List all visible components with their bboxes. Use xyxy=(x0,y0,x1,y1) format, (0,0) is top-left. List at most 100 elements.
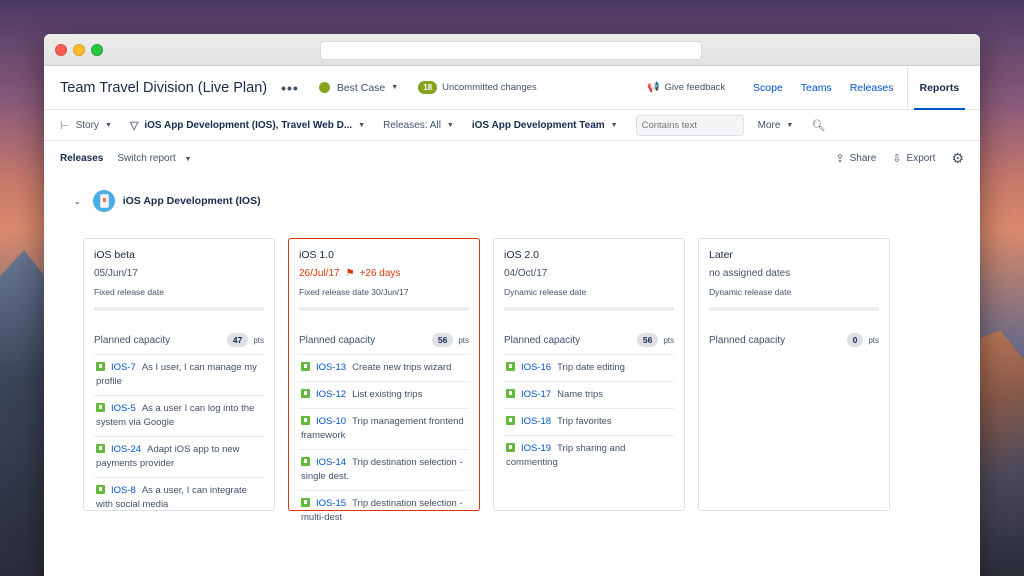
uncommitted-label: Uncommitted changes xyxy=(442,82,537,93)
hierarchy-label: Story xyxy=(75,119,99,131)
release-column: iOS 2.0 04/Oct/17 Dynamic release date P… xyxy=(493,238,685,511)
release-column: iOS beta 05/Jun/17 Fixed release date Pl… xyxy=(83,238,275,511)
issue-key[interactable]: IOS-12 xyxy=(316,389,346,400)
issue-card[interactable]: IOS-15 Trip destination selection - multi… xyxy=(299,491,469,531)
export-icon: ⇩ xyxy=(892,152,902,165)
close-window-button[interactable] xyxy=(55,44,67,56)
issue-summary: Trip date editing xyxy=(557,362,625,373)
issue-key[interactable]: IOS-19 xyxy=(521,443,551,454)
tab-teams[interactable]: Teams xyxy=(792,66,841,110)
capacity-badge: 56 xyxy=(636,333,659,347)
project-group-header[interactable]: ⌄ iOS App Development (IOS) xyxy=(74,190,261,212)
planned-capacity: Planned capacity 47 pts xyxy=(94,333,264,355)
project-avatar xyxy=(92,190,115,212)
issue-key[interactable]: IOS-17 xyxy=(521,389,551,400)
releases-filter[interactable]: Releases: All ▼ xyxy=(383,120,454,131)
export-label: Export xyxy=(906,152,936,164)
more-filters-button[interactable]: More ▼ xyxy=(758,120,794,131)
story-icon xyxy=(96,444,105,453)
release-date-overdue: 26/Jul/17 ⚑ +26 days xyxy=(299,268,469,279)
release-date: 26/Jul/17 xyxy=(299,268,340,279)
release-date: no assigned dates xyxy=(709,268,791,279)
release-name: iOS 2.0 xyxy=(504,249,540,261)
address-bar[interactable] xyxy=(320,41,702,60)
issue-card[interactable]: IOS-16 Trip date editing xyxy=(504,355,674,382)
hierarchy-filter[interactable]: ⊢ Story ▼ xyxy=(60,119,112,132)
issue-card[interactable]: IOS-17 Name trips xyxy=(504,382,674,409)
chevron-down-icon: ▼ xyxy=(610,121,618,129)
tab-scope[interactable]: Scope xyxy=(744,66,792,110)
release-delay: +26 days xyxy=(359,268,401,279)
release-date-type: Dynamic release date xyxy=(504,287,587,297)
flag-icon: ⚑ xyxy=(345,268,355,279)
contains-text-input[interactable] xyxy=(635,114,744,136)
issue-card[interactable]: IOS-19 Trip sharing and commenting xyxy=(504,436,674,476)
story-icon xyxy=(506,416,515,425)
planned-capacity: Planned capacity 0 pts xyxy=(709,333,879,354)
issue-key[interactable]: IOS-18 xyxy=(521,416,551,427)
capacity-label: Planned capacity xyxy=(709,334,786,346)
filter-bar: ⊢ Story ▼ ▽ iOS App Development (IOS), T… xyxy=(44,110,980,141)
chevron-down-icon[interactable]: ⌄ xyxy=(74,197,81,206)
issue-key[interactable]: IOS-10 xyxy=(316,416,346,427)
tab-releases[interactable]: Releases xyxy=(841,66,903,110)
issue-card[interactable]: IOS-13 Create new trips wizard xyxy=(299,355,469,382)
pts-label: pts xyxy=(868,335,879,345)
tab-reports[interactable]: Reports xyxy=(906,66,972,110)
give-feedback-button[interactable]: 📢 Give feedback xyxy=(647,82,725,93)
capacity-label: Planned capacity xyxy=(94,334,171,346)
team-filter[interactable]: iOS App Development Team ▼ xyxy=(472,120,618,131)
issue-card[interactable]: IOS-8 As a user, I can integrate with soc… xyxy=(94,478,264,518)
capacity-badge: 0 xyxy=(846,333,864,347)
chevron-down-icon: ▼ xyxy=(786,121,794,129)
issue-key[interactable]: IOS-13 xyxy=(316,362,346,373)
issue-card[interactable]: IOS-18 Trip favorites xyxy=(504,409,674,436)
report-toolbar: Releases Switch report ▼ ⇪ Share ⇩ Expor… xyxy=(44,141,980,175)
share-button[interactable]: ⇪ Share xyxy=(835,152,876,165)
capacity-label: Planned capacity xyxy=(504,334,581,346)
switch-report-button[interactable]: Switch report ▼ xyxy=(117,153,191,164)
gear-icon[interactable]: ⚙ xyxy=(951,150,964,167)
issue-card[interactable]: IOS-12 List existing trips xyxy=(299,382,469,409)
issue-key[interactable]: IOS-14 xyxy=(316,457,346,468)
planned-capacity: Planned capacity 56 pts xyxy=(299,333,469,355)
issue-key[interactable]: IOS-8 xyxy=(111,485,136,496)
release-name: iOS 1.0 xyxy=(299,249,335,261)
release-date-type: Fixed release date 30/Jun/17 xyxy=(299,287,409,297)
issue-key[interactable]: IOS-15 xyxy=(316,498,346,509)
search-icon[interactable]: 🔍︎ xyxy=(811,119,825,132)
story-icon xyxy=(301,362,310,371)
scenario-selector[interactable]: Best Case ▼ xyxy=(318,82,398,94)
issue-key[interactable]: IOS-16 xyxy=(521,362,551,373)
projects-filter[interactable]: ▽ iOS App Development (IOS), Travel Web … xyxy=(130,119,365,132)
release-columns: iOS beta 05/Jun/17 Fixed release date Pl… xyxy=(83,238,903,523)
window-titlebar xyxy=(44,34,980,66)
issue-card[interactable]: IOS-7 As I user, I can manage my profile xyxy=(94,355,264,396)
issue-card[interactable]: IOS-24 Adapt iOS app to new payments prov… xyxy=(94,437,264,478)
release-date-type: Fixed release date xyxy=(94,287,164,297)
issue-card[interactable]: IOS-14 Trip destination selection - singl… xyxy=(299,450,469,491)
story-icon xyxy=(301,416,310,425)
uncommitted-changes-button[interactable]: 18 Uncommitted changes xyxy=(418,81,537,94)
issue-key[interactable]: IOS-5 xyxy=(111,403,136,414)
switch-report-label: Switch report xyxy=(117,152,176,164)
issue-summary: List existing trips xyxy=(352,389,423,400)
minimize-window-button[interactable] xyxy=(73,44,85,56)
issue-card[interactable]: IOS-5 As a user I can log into the system… xyxy=(94,396,264,437)
story-icon xyxy=(506,443,515,452)
issue-key[interactable]: IOS-24 xyxy=(111,444,141,455)
release-progress-bar xyxy=(299,307,469,311)
story-icon xyxy=(301,389,310,398)
capacity-badge: 56 xyxy=(431,333,454,347)
top-navigation: Scope Teams Releases Reports xyxy=(744,66,971,110)
chevron-down-icon: ▼ xyxy=(184,155,192,163)
uncommitted-count-badge: 18 xyxy=(418,81,438,94)
zoom-window-button[interactable] xyxy=(91,44,103,56)
issue-card[interactable]: IOS-10 Trip management frontend framework xyxy=(299,409,469,450)
team-filter-label: iOS App Development Team xyxy=(471,119,605,131)
export-button[interactable]: ⇩ Export xyxy=(892,152,935,165)
more-actions-button[interactable]: ••• xyxy=(281,80,299,96)
issue-key[interactable]: IOS-7 xyxy=(111,362,136,373)
release-progress-bar xyxy=(709,307,879,311)
release-column: iOS 1.0 26/Jul/17 ⚑ +26 days Fixed relea… xyxy=(288,238,480,523)
